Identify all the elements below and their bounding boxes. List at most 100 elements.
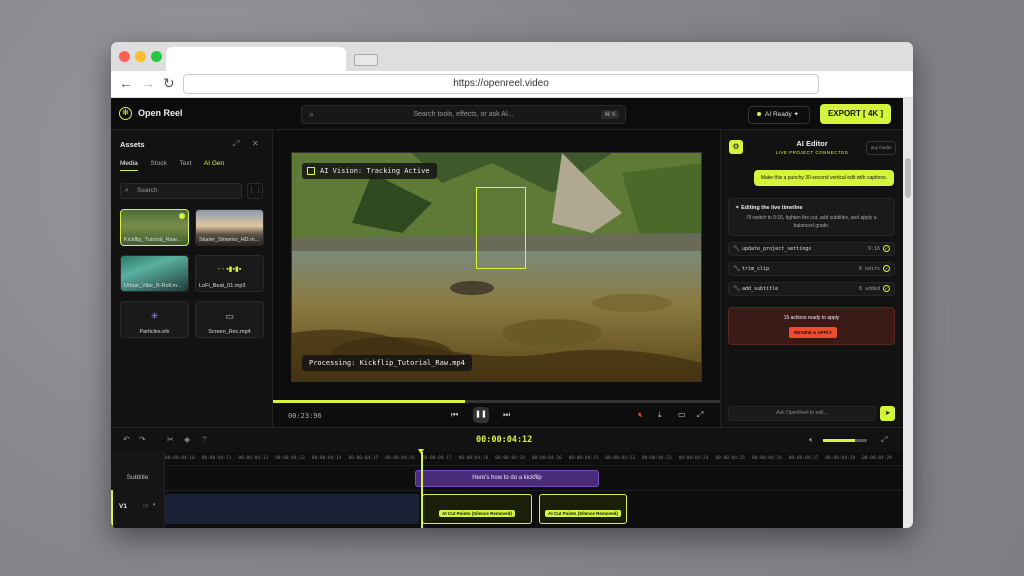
asset-tile[interactable]: Skater_Slowmo_HD.m...	[195, 209, 264, 246]
playback-timecode: 00:23:96	[288, 412, 322, 420]
ruler-tick: 00:00:04:25	[715, 456, 746, 461]
page-scrollbar[interactable]	[903, 98, 913, 528]
ai-ready-label: AI Ready	[765, 111, 792, 118]
monitor-icon[interactable]: ▭	[678, 410, 686, 419]
new-tab-button[interactable]	[354, 54, 378, 66]
maximize-window-button[interactable]	[151, 51, 162, 62]
browser-tab[interactable]	[166, 47, 346, 71]
video-track-label: V1	[119, 503, 127, 510]
ruler-tick: 00:00:04:26	[752, 456, 782, 461]
volume-fill	[823, 439, 855, 442]
ruler-tick: 00:00:04:22	[605, 456, 636, 461]
ai-cut-clip[interactable]: AI Cut Points (Silence Removed)	[539, 494, 627, 524]
ai-cut-label: AI Cut Points (Silence Removed)	[439, 510, 515, 517]
browser-tabbar	[111, 42, 913, 71]
export-button[interactable]: EXPORT [ 4K ]	[820, 104, 891, 124]
ready-text: 15 actions ready to apply	[783, 315, 840, 321]
volume-icon[interactable]: 🔈︎	[809, 435, 814, 445]
waveform-icon: - - ▪▮▪▮▪	[217, 266, 242, 273]
ai-message-heading: ✦ Editing the live timeline	[735, 205, 803, 211]
scrollbar-thumb[interactable]	[905, 158, 911, 198]
playhead-handle[interactable]	[418, 449, 424, 454]
tab-ai-gen[interactable]: AI Gen	[204, 160, 224, 167]
status-dot	[757, 112, 761, 117]
global-search[interactable]: ⌕ Search tools, effects, or ask AI... ⌘ …	[301, 105, 626, 124]
asset-tile[interactable]: ▭ Screen_Rec.mp4	[195, 301, 264, 338]
action-value: 8 added	[858, 286, 880, 292]
check-icon: ✓	[883, 265, 890, 272]
download-icon[interactable]: ⤓	[658, 410, 662, 420]
selected-check-icon	[179, 213, 185, 219]
wrench-icon: 🔧︎	[733, 286, 741, 292]
assets-search-placeholder: Search	[137, 187, 158, 194]
ruler-tick: 00:00:04:11	[201, 456, 232, 461]
mute-icon[interactable]: 🔇︎	[638, 410, 643, 420]
video-preview[interactable]: AI Vision: Tracking Active Processing: K…	[291, 152, 702, 382]
ai-ready-status[interactable]: AI Ready ✦	[748, 106, 810, 124]
chat-input[interactable]: Ask OpenReel to edit...	[728, 406, 876, 421]
action-item[interactable]: 🔧︎ add_subtitle 8 added ✓	[728, 282, 895, 296]
asset-tile[interactable]: - - ▪▮▪▮▪ LoFi_Beat_01.mp3	[195, 255, 264, 292]
grid-view-button[interactable]: ⋮⋮	[247, 183, 263, 199]
skip-back-icon[interactable]: ⏮	[451, 410, 458, 420]
send-button[interactable]: ➤	[880, 406, 895, 421]
asset-label: Screen_Rec.mp4	[208, 329, 251, 335]
track-visibility-icon[interactable]: ▭	[143, 502, 149, 509]
playhead[interactable]	[418, 449, 424, 528]
tab-media[interactable]: Media	[120, 160, 138, 171]
volume-slider[interactable]	[823, 439, 867, 442]
ruler-tick: 00:00:04:23	[641, 456, 672, 461]
expand-icon[interactable]: ⤢	[233, 139, 239, 149]
model-select[interactable]: any model	[866, 141, 896, 155]
expand-icon[interactable]: ⤢	[881, 435, 887, 445]
ruler-tick: 00:00:04:18	[458, 456, 489, 461]
tab-text[interactable]: Text	[180, 160, 192, 167]
scissors-icon[interactable]: ✂	[167, 435, 174, 444]
ruler-tick: 00:00:04:21	[568, 456, 599, 461]
redo-icon[interactable]: ↷	[139, 435, 146, 444]
openreel-app: ✻ Open Reel ⌕ Search tools, effects, or …	[111, 98, 903, 528]
close-icon[interactable]: ✕	[252, 139, 259, 148]
asset-tile[interactable]: ✳ Particles.efx	[120, 301, 189, 338]
ai-editor-panel: ⚙ AI Editor LIVE PROJECT CONNECTED any m…	[720, 130, 903, 427]
assets-panel: Assets ⤢ ✕ Media Stock Text AI Gen ⌕ Sear…	[111, 130, 273, 427]
progress-fill	[273, 400, 466, 403]
review-apply-button[interactable]: REVIEW & APPLY	[789, 327, 837, 338]
ai-cut-clip[interactable]: AI Cut Points (Silence Removed)	[422, 494, 532, 524]
shortcut-badge: ⌘ K	[601, 110, 619, 119]
undo-icon[interactable]: ↶	[123, 435, 130, 444]
layers-icon[interactable]: ◈	[184, 435, 190, 444]
skip-forward-icon[interactable]: ⏭	[503, 410, 510, 420]
ruler-tick: 00:00:04:15	[348, 456, 379, 461]
magic-wand-icon[interactable]: ⚚	[201, 435, 208, 444]
pause-button[interactable]: ❚❚	[473, 407, 489, 423]
action-value: 9:16	[867, 246, 880, 252]
tracking-box[interactable]	[476, 187, 526, 269]
ai-vision-badge: AI Vision: Tracking Active	[302, 163, 437, 179]
assets-search-input[interactable]: ⌕ Search	[120, 183, 242, 199]
video-clip[interactable]	[165, 494, 419, 524]
ruler-tick: 00:00:04:29	[862, 456, 892, 461]
subtitle-clip[interactable]: Here's how to do a kickflip	[415, 470, 599, 487]
ai-cut-label: AI Cut Points (Silence Removed)	[545, 510, 621, 517]
close-window-button[interactable]	[119, 51, 130, 62]
ruler-tick: 00:00:04:10	[165, 456, 195, 461]
fullscreen-icon[interactable]: ⤢	[697, 410, 703, 420]
back-icon[interactable]: ←	[119, 75, 133, 91]
track-audio-icon[interactable]: 🔈︎	[153, 502, 157, 509]
monitor-icon: ▭	[225, 311, 234, 321]
ruler-tick: 00:00:04:19	[495, 456, 525, 461]
tab-stock[interactable]: Stock	[151, 160, 167, 167]
forward-icon[interactable]: →	[141, 75, 155, 91]
search-icon: ⌕	[125, 187, 129, 194]
asset-tile[interactable]: Urban_Vibe_B-Roll.m...	[120, 255, 189, 292]
action-item[interactable]: 🔧︎ update_project_settings 9:16 ✓	[728, 242, 895, 256]
asset-tile[interactable]: Kickflip_Tutorial_Raw...	[120, 209, 189, 246]
target-icon	[307, 167, 315, 175]
reload-icon[interactable]: ↻	[163, 75, 175, 92]
minimize-window-button[interactable]	[135, 51, 146, 62]
address-bar[interactable]: https://openreel.video	[183, 74, 819, 94]
action-item[interactable]: 🔧︎ trim_clip 8 edits ✓	[728, 262, 895, 276]
playback-progress[interactable]	[273, 400, 720, 403]
timeline-ruler[interactable]: 00:00:04:10 00:00:04:11 00:00:04:12 00:00:0…	[165, 452, 903, 465]
